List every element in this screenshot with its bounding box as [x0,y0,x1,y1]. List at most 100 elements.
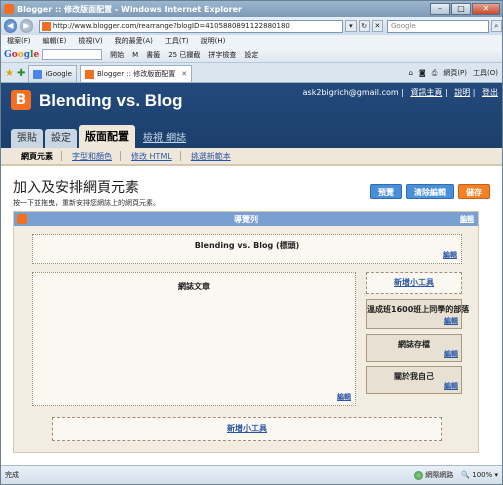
sidebar-add-gadget-link[interactable]: 新增小工具 [366,272,462,294]
divider [120,151,121,161]
toolbar-start[interactable]: 開始 [110,50,124,60]
globe-icon [414,470,424,480]
header-element-title: Blending vs. Blog (標頭) [194,241,300,250]
menu-file[interactable]: 檔案(F) [7,36,31,46]
blog-posts-title: 網誌文章 [178,282,210,291]
sidebar-widget[interactable]: 關於我自己 編輯 [366,366,462,394]
tab-settings[interactable]: 設定 [45,129,77,148]
stop-icon[interactable]: ✕ [371,20,383,32]
blog-name: Blending vs. Blog [39,91,183,110]
user-email: ask2bigrich@gmail.com [302,88,399,97]
menu-favorites[interactable]: 我的最愛(A) [115,36,153,46]
footer-add-gadget-link[interactable]: 新增小工具 [52,417,442,441]
menu-bar: 檔案(F) 編輯(E) 檢視(V) 我的最愛(A) 工具(T) 說明(H) [1,35,502,47]
menu-edit[interactable]: 編輯(E) [43,36,67,46]
tab-layout[interactable]: 版面配置 [79,125,135,148]
page-menu[interactable]: 網頁(P) [443,68,467,78]
page-viewport: B Blending vs. Blog ask2bigrich@gmail.co… [1,83,502,465]
header-edit-link[interactable]: 編輯 [443,250,457,260]
toolbar-bookmarks[interactable]: 書籤 [146,50,160,60]
zoom-control[interactable]: 🔍 100% ▾ [461,471,498,479]
widget-edit-link[interactable]: 編輯 [444,381,458,391]
header-element[interactable]: Blending vs. Blog (標頭) 編輯 [32,234,462,264]
address-bar: ◀ ▶ http://www.blogger.com/rearrange?blo… [1,17,502,35]
tab-blogger[interactable]: Blogger :: 修改版面配置 ✕ [80,65,193,82]
view-blog-link[interactable]: 檢視 網誌 [137,129,192,148]
clear-edits-button[interactable]: 清除編輯 [406,184,454,199]
navbar-label: 導覽列 [234,214,258,224]
page-title: 加入及安排網頁元素 [13,180,139,196]
subtab-edit-html[interactable]: 修改 HTML [131,151,172,162]
google-toolbar: Google 開始 M 書籤 25 已攔截 拼字檢查 設定 [1,47,502,63]
maximize-button[interactable]: □ [451,3,471,15]
main-tabs: 張貼 設定 版面配置 檢視 網誌 [11,121,194,148]
close-tab-icon[interactable]: ✕ [181,70,187,78]
dropdown-icon[interactable]: ▾ [345,20,357,32]
close-button[interactable]: ✕ [472,3,500,15]
toolbar-gmail[interactable]: M [132,51,138,59]
minimize-button[interactable]: – [430,3,450,15]
widget-title: 溫成班1600班上同學的部落 [367,305,470,314]
tab-igoogle[interactable]: iGoogle [28,65,77,82]
widget-edit-link[interactable]: 編輯 [444,349,458,359]
tab-row: ★ ✚ iGoogle Blogger :: 修改版面配置 ✕ ⌂ ◙ ⎙ 網頁… [1,63,502,83]
dashboard-link[interactable]: 資訊主頁 [410,88,442,97]
menu-help[interactable]: 說明(H) [201,36,226,46]
search-input[interactable]: Google [386,19,489,33]
google-search-input[interactable] [42,49,103,60]
url-text: http://www.blogger.com/rearrange?blogID=… [52,22,290,30]
blog-posts-edit-link[interactable]: 編輯 [337,392,351,402]
refresh-icon[interactable]: ↻ [358,20,370,32]
save-button[interactable]: 儲存 [458,184,490,199]
window-controls: – □ ✕ [430,3,500,15]
sidebar-widget[interactable]: 網誌存檔 編輯 [366,334,462,362]
feeds-icon[interactable]: ◙ [419,69,426,77]
divider [61,151,62,161]
blogger-icon [41,21,51,31]
toolbar-popups-blocked[interactable]: 25 已攔截 [168,50,200,60]
window-title: Blogger :: 修改版面配置 - Windows Internet Exp… [17,4,242,14]
page-heading: 加入及安排網頁元素 按一下並拖曳，重新安排您網誌上的網頁元素。 [13,177,160,208]
forward-icon[interactable]: ▶ [19,19,33,33]
google-logo: Google [4,49,40,60]
help-link[interactable]: 說明 [454,88,470,97]
divider [179,151,181,161]
back-icon[interactable]: ◀ [4,19,17,33]
tab-posting[interactable]: 張貼 [11,129,43,148]
menu-view[interactable]: 檢視(V) [78,36,102,46]
widget-edit-link[interactable]: 編輯 [444,316,458,326]
layout-subnav: 網頁元素 字型和顏色 修改 HTML 挑選新範本 [1,148,502,166]
tab-label: Blogger :: 修改版面配置 [97,70,176,78]
layout-editor: 導覽列 編輯 Blending vs. Blog (標頭) 編輯 網誌文章 編輯… [13,211,479,453]
toolbar-spellcheck[interactable]: 拼字檢查 [208,50,236,60]
blogger-header: B Blending vs. Blog ask2bigrich@gmail.co… [1,83,502,148]
title-bar[interactable]: Blogger :: 修改版面配置 - Windows Internet Exp… [1,1,502,17]
navbar-edit-link[interactable]: 編輯 [460,214,474,224]
add-favorite-icon[interactable]: ✚ [17,68,25,79]
preview-button[interactable]: 預覽 [370,184,402,199]
favorites-star-icon[interactable]: ★ [5,68,14,79]
home-icon[interactable]: ⌂ [408,69,412,77]
blogger-icon [85,69,94,79]
subtab-fonts-colors[interactable]: 字型和顏色 [72,151,112,162]
action-buttons: 預覽 清除編輯 儲存 [370,184,490,199]
subtab-page-elements[interactable]: 網頁元素 [21,151,53,162]
tools-menu[interactable]: 工具(O) [473,68,498,78]
zone-indicator: 網際網路 [414,470,453,480]
navbar-element: 導覽列 編輯 [14,212,478,226]
blogger-logo-icon: B [11,90,31,110]
search-icon[interactable]: ⌕ [490,20,502,32]
subtab-pick-template[interactable]: 挑選新範本 [191,151,231,162]
print-icon[interactable]: ⎙ [432,69,438,78]
signout-link[interactable]: 登出 [482,88,498,97]
tab-label: iGoogle [45,70,72,78]
command-bar: ⌂ ◙ ⎙ 網頁(P) 工具(O) [408,64,498,82]
favorites-icons: ★ ✚ [5,64,25,82]
blog-posts-element[interactable]: 網誌文章 編輯 [32,272,356,406]
status-text: 完成 [5,471,19,479]
toolbar-settings[interactable]: 設定 [244,50,258,60]
user-bar: ask2bigrich@gmail.com | 資訊主頁 | 說明 | 登出 [302,88,498,97]
url-field[interactable]: http://www.blogger.com/rearrange?blogID=… [38,19,344,33]
menu-tools[interactable]: 工具(T) [165,36,189,46]
sidebar-widget[interactable]: 溫成班1600班上同學的部落 編輯 [366,299,470,329]
